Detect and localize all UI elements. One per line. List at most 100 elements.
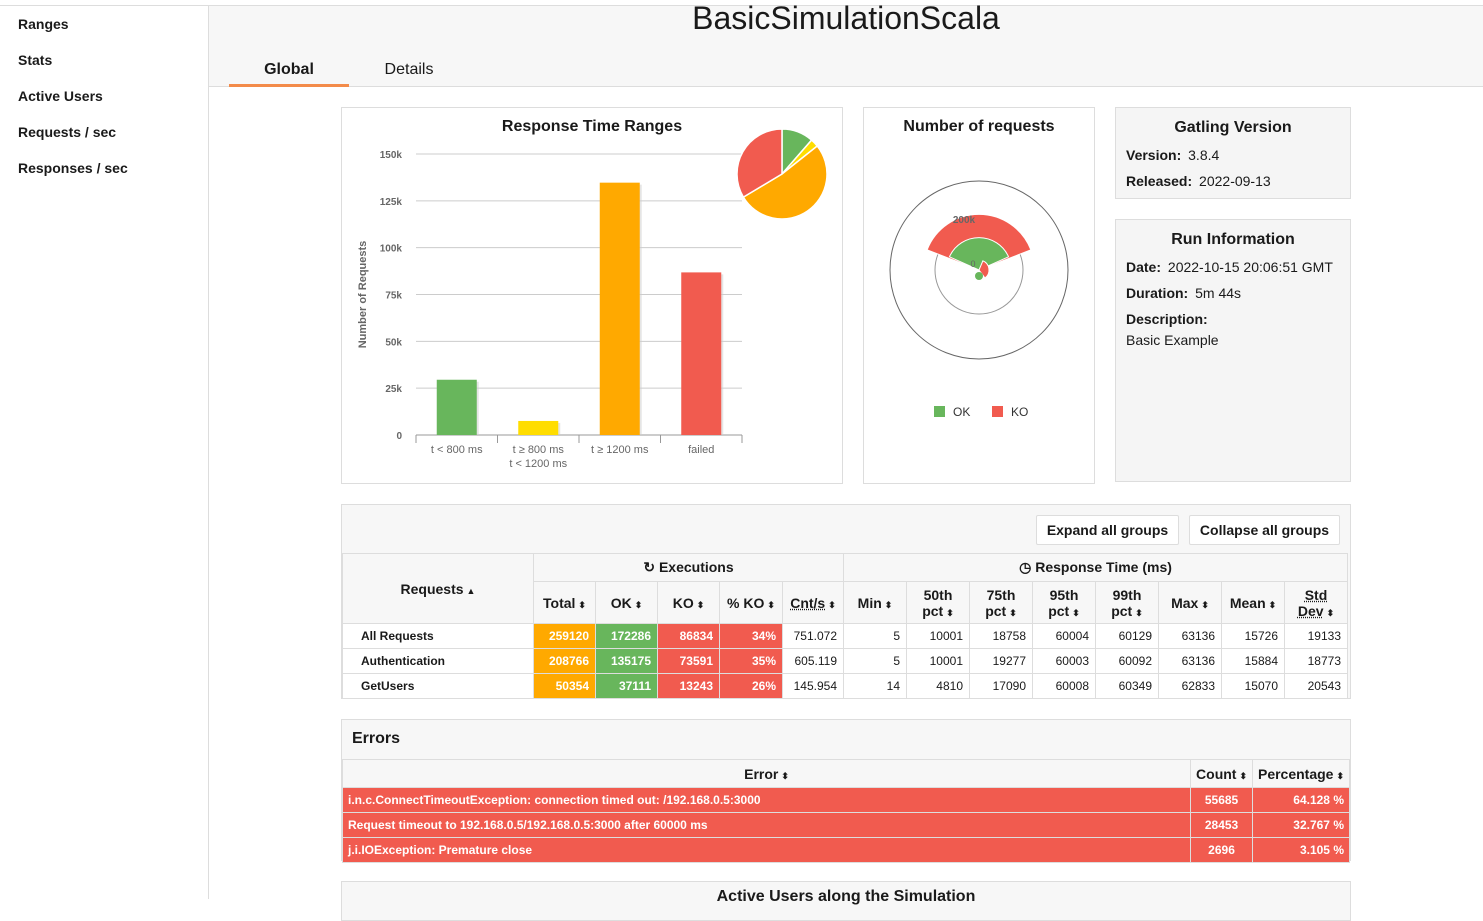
column-header-mean[interactable]: Mean ⬍ <box>1222 582 1285 624</box>
cell-cnt-s: 145.954 <box>783 674 844 699</box>
cell-cnt-s: 751.072 <box>783 624 844 649</box>
active-users-panel: Active Users along the Simulation <box>341 881 1351 921</box>
cell-ok: 135175 <box>596 649 658 674</box>
request-name[interactable]: All Requests <box>343 624 534 649</box>
errors-table: Error ⬍ Count ⬍ Percentage ⬍ i.n.c.ConnectT… <box>342 759 1350 863</box>
date-label: Date: <box>1126 259 1161 275</box>
column-header-max[interactable]: Max ⬍ <box>1159 582 1222 624</box>
y-tick-label: 150k <box>380 150 403 161</box>
errors-panel: Errors Error ⬍ Count ⬍ Percentage ⬍ i.n.c.C… <box>341 719 1351 861</box>
error-count: 28453 <box>1191 813 1253 838</box>
column-header-50th-pct[interactable]: 50th pct ⬍ <box>907 582 970 624</box>
sidebar-item-stats[interactable]: Stats <box>18 52 52 68</box>
column-header-std-dev[interactable]: Std Dev ⬍ <box>1285 582 1348 624</box>
sort-icon: ⬍ <box>946 608 954 618</box>
sort-icon: ⬍ <box>1009 608 1017 618</box>
y-tick-label: 125k <box>380 197 403 208</box>
error-count: 55685 <box>1191 788 1253 813</box>
sort-icon: ⬍ <box>1201 600 1209 610</box>
sidebar-item-responses-per-sec[interactable]: Responses / sec <box>18 160 128 176</box>
cell-mean: 15726 <box>1222 624 1285 649</box>
stats-table: Requests ▲ ↻ Executions ◷ Response Time (… <box>342 553 1348 699</box>
column-header-total[interactable]: Total ⬍ <box>534 582 596 624</box>
cell-total: 50354 <box>534 674 596 699</box>
bar <box>437 380 477 435</box>
cell-min: 5 <box>844 624 907 649</box>
error-message: j.i.IOException: Premature close <box>343 838 1191 863</box>
cell--ko: 35% <box>720 649 783 674</box>
x-tick-label: t < 1200 ms <box>509 458 567 470</box>
collapse-all-groups-button[interactable]: Collapse all groups <box>1189 515 1340 545</box>
cell-total: 208766 <box>534 649 596 674</box>
ok-center <box>975 272 983 280</box>
stats-panel: Expand all groups Collapse all groups Re… <box>341 504 1351 699</box>
description-label: Description: <box>1126 311 1208 327</box>
cell-99th-pct: 60129 <box>1096 624 1159 649</box>
column-header-cnt-s[interactable]: Cnt/s ⬍ <box>783 582 844 624</box>
request-name[interactable]: Authentication <box>343 649 534 674</box>
cell-ok: 172286 <box>596 624 658 649</box>
column-header-ko[interactable]: KO ⬍ <box>658 582 720 624</box>
active-tab-indicator <box>229 84 349 87</box>
sort-icon: ⬍ <box>1327 608 1335 618</box>
cell-99th-pct: 60092 <box>1096 649 1159 674</box>
cell-75th-pct: 17090 <box>970 674 1033 699</box>
sidebar: Ranges Stats Active Users Requests / sec… <box>0 6 209 899</box>
column-header-99th-pct[interactable]: 99th pct ⬍ <box>1096 582 1159 624</box>
sort-icon: ⬍ <box>635 600 643 610</box>
cell-max: 62833 <box>1159 674 1222 699</box>
error-percentage: 32.767 % <box>1253 813 1350 838</box>
cell-95th-pct: 60003 <box>1033 649 1096 674</box>
error-percentage: 3.105 % <box>1253 838 1350 863</box>
request-name[interactable]: GetUsers <box>343 674 534 699</box>
duration-label: Duration: <box>1126 285 1188 301</box>
errors-title: Errors <box>352 730 400 748</box>
sort-icon: ⬍ <box>1135 608 1143 618</box>
y-tick-label: 100k <box>380 244 403 255</box>
error-count: 2696 <box>1191 838 1253 863</box>
bar <box>600 183 640 435</box>
sort-icon: ⬍ <box>781 771 789 781</box>
column-header-ok[interactable]: OK ⬍ <box>596 582 658 624</box>
error-message: Request timeout to 192.168.0.5/192.168.0… <box>343 813 1191 838</box>
tab-details[interactable]: Details <box>369 61 449 79</box>
column-header-95th-pct[interactable]: 95th pct ⬍ <box>1033 582 1096 624</box>
refresh-icon: ↻ <box>643 559 655 575</box>
cell-ko: 73591 <box>658 649 720 674</box>
cell-std-dev: 18773 <box>1285 649 1348 674</box>
y-tick-label: 0 <box>396 431 402 442</box>
column-header--ko[interactable]: % KO ⬍ <box>720 582 783 624</box>
bar <box>681 272 721 435</box>
requests-column-header[interactable]: Requests ▲ <box>343 554 534 624</box>
cell-95th-pct: 60004 <box>1033 624 1096 649</box>
x-tick-label: t ≥ 1200 ms <box>591 444 649 456</box>
released-value: 2022-09-13 <box>1199 173 1271 189</box>
legend-swatch <box>992 406 1003 417</box>
error-column-header[interactable]: Error ⬍ <box>343 760 1191 788</box>
cell-ok: 37111 <box>596 674 658 699</box>
sidebar-item-active-users[interactable]: Active Users <box>18 88 103 104</box>
x-tick-label: failed <box>688 444 714 456</box>
table-row: All Requests 259120 172286 86834 34% 751.072 5… <box>343 624 1348 649</box>
version-label: Version: <box>1126 147 1181 163</box>
sidebar-item-requests-per-sec[interactable]: Requests / sec <box>18 124 116 140</box>
percentage-column-header[interactable]: Percentage ⬍ <box>1253 760 1350 788</box>
y-axis-label: Number of Requests <box>357 241 369 349</box>
column-header-75th-pct[interactable]: 75th pct ⬍ <box>970 582 1033 624</box>
count-column-header[interactable]: Count ⬍ <box>1191 760 1253 788</box>
radial-axis-label: 0 <box>970 259 975 269</box>
tab-global[interactable]: Global <box>229 61 349 79</box>
cell-cnt-s: 605.119 <box>783 649 844 674</box>
sort-icon: ⬍ <box>828 600 836 610</box>
table-row: GetUsers 50354 37111 13243 26% 145.954 14 4810 1… <box>343 674 1348 699</box>
expand-all-groups-button[interactable]: Expand all groups <box>1036 515 1179 545</box>
cell-95th-pct: 60008 <box>1033 674 1096 699</box>
version-row: Version: 3.8.4 <box>1126 147 1219 163</box>
table-row: Authentication 208766 135175 73591 35% 605.11… <box>343 649 1348 674</box>
version-value: 3.8.4 <box>1188 147 1219 163</box>
cell-ko: 86834 <box>658 624 720 649</box>
requests-header-label: Requests <box>401 581 464 597</box>
sidebar-item-ranges[interactable]: Ranges <box>18 16 69 32</box>
cell-min: 5 <box>844 649 907 674</box>
column-header-min[interactable]: Min ⬍ <box>844 582 907 624</box>
